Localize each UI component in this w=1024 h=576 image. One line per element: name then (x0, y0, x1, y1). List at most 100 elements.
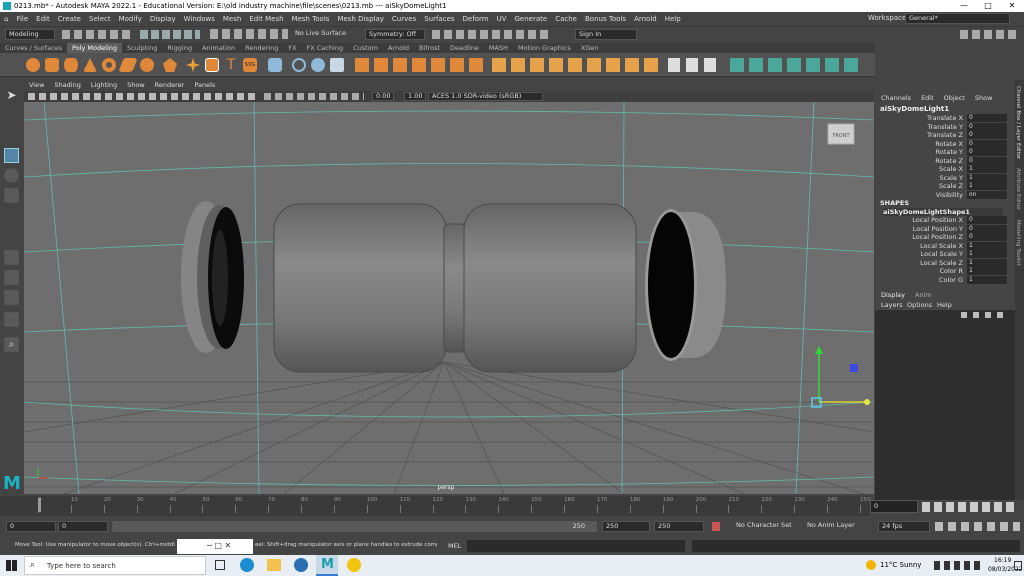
shape-attr-value-field[interactable]: 1 (967, 275, 1007, 284)
move-tool-icon[interactable] (4, 148, 19, 163)
outliner-layout-icon[interactable] (4, 312, 19, 327)
attr-value-field[interactable]: 0 (967, 114, 1007, 122)
menu-windows[interactable]: Windows (180, 15, 219, 23)
menu-mesh[interactable]: Mesh (219, 15, 245, 23)
attr-value-field[interactable]: 0 (967, 131, 1007, 139)
menu-arnold[interactable]: Arnold (630, 15, 661, 23)
attr-value-field[interactable]: 0 (967, 148, 1007, 156)
live-surface-field[interactable]: No Live Surface (292, 29, 352, 40)
layer-menu-options[interactable]: Options (907, 301, 932, 309)
shelf-tab-mash[interactable]: MASH (484, 43, 513, 53)
task-view-icon[interactable] (215, 560, 225, 570)
shape-attr-value-field[interactable]: 0 (967, 216, 1007, 224)
shape-attr-value-field[interactable]: 1 (967, 267, 1007, 275)
attr-value-field[interactable]: on (967, 190, 1007, 199)
panel-menu-view[interactable]: View (24, 80, 49, 91)
edge-icon[interactable] (240, 558, 254, 572)
menu-curves[interactable]: Curves (388, 15, 420, 23)
menu-edit-mesh[interactable]: Edit Mesh (245, 15, 287, 23)
panel-menu-show[interactable]: Show (122, 80, 150, 91)
menu-uv[interactable]: UV (493, 15, 511, 23)
attr-value-field[interactable]: 1 (967, 182, 1007, 190)
range-end-field[interactable]: 250 (602, 521, 650, 532)
shape-attr-value-field[interactable]: 1 (967, 241, 1007, 250)
menu-generate[interactable]: Generate (511, 15, 552, 23)
taskbar-clock[interactable]: 16:19 (994, 557, 1011, 564)
floating-window-stub[interactable]: ─ □ ✕ (177, 539, 253, 554)
shelf-tab-fx[interactable]: FX (283, 43, 301, 53)
menu-cache[interactable]: Cache (551, 15, 581, 23)
separate-icon[interactable] (292, 58, 306, 72)
menu-bonus-tools[interactable]: Bonus Tools (581, 15, 630, 23)
shelf-tab-motion-graphics[interactable]: Motion Graphics (513, 43, 576, 53)
layer-tab-display[interactable]: Display (881, 291, 905, 299)
attr-value-field[interactable]: 1 (967, 165, 1007, 173)
mesh-edit-icons[interactable] (355, 58, 485, 72)
home-icon[interactable]: ⌂ (0, 15, 12, 23)
cb-menu-channels[interactable]: Channels (881, 94, 911, 102)
fps-dropdown[interactable]: 24 fps (878, 521, 930, 532)
workspace-dropdown[interactable]: General* (905, 13, 1010, 24)
shelf-tab-curves-surfaces[interactable]: Curves / Surfaces (0, 43, 67, 53)
teams-icon[interactable] (294, 558, 308, 572)
poly-cone-icon[interactable] (83, 58, 97, 72)
shape-attr-value-field[interactable]: 0 (967, 233, 1007, 241)
menu-edit[interactable]: Edit (32, 15, 54, 23)
shelf-tab-sculpting[interactable]: Sculpting (122, 43, 162, 53)
layer-tab-anim[interactable]: Anim (915, 291, 932, 299)
playback-option-icons[interactable] (935, 522, 1020, 531)
paint-select-icon[interactable] (4, 127, 19, 142)
layer-menu-help[interactable]: Help (937, 301, 952, 309)
character-set-dropdown[interactable]: No Character Set (733, 521, 803, 532)
shelf-tab-fx-caching[interactable]: FX Caching (302, 43, 349, 53)
panel-menu-shading[interactable]: Shading (49, 80, 85, 91)
norton-icon[interactable] (347, 558, 361, 572)
shape-attr-value-field[interactable]: 1 (967, 258, 1007, 267)
attr-value-field[interactable]: 0 (967, 156, 1007, 165)
range-slider[interactable]: 250 (112, 521, 597, 532)
platonic-solid-icon[interactable] (163, 58, 177, 72)
shelf-tab-rendering[interactable]: Rendering (240, 43, 283, 53)
smooth-icon[interactable] (311, 58, 325, 72)
combine-icon[interactable] (268, 58, 282, 72)
windows-start-icon[interactable] (6, 560, 17, 571)
anim-layer-dropdown[interactable]: No Anim Layer (804, 521, 872, 532)
attr-value-field[interactable]: 0 (967, 139, 1007, 148)
shelf-tab-custom[interactable]: Custom (348, 43, 383, 53)
poly-torus-icon[interactable] (102, 58, 116, 72)
panel-menu-panels[interactable]: Panels (189, 80, 220, 91)
colorspace-dropdown[interactable]: ACES 1.0 SDR-video (sRGB) (428, 92, 543, 101)
scene-canvas[interactable]: FRONT persp (24, 102, 874, 494)
reduce-icon[interactable] (330, 58, 344, 72)
file-icons[interactable] (62, 30, 132, 39)
cb-menu-edit[interactable]: Edit (921, 94, 934, 102)
scene-start-field[interactable]: 0 (6, 521, 56, 532)
shelf-tab-poly-modeling[interactable]: Poly Modeling (67, 43, 122, 53)
svg-tool-icon[interactable]: SVG (243, 58, 257, 72)
display-toggle-icons[interactable] (264, 93, 364, 100)
file-explorer-icon[interactable] (267, 559, 281, 571)
close-button[interactable]: ✕ (1000, 0, 1024, 12)
side-tab-channel-box[interactable]: Channel Box / Layer Editor (1015, 86, 1021, 159)
time-slider[interactable]: 0102030405060708090100110120130140150160… (0, 496, 871, 516)
menuset-dropdown[interactable]: Modeling (5, 29, 55, 40)
notification-icon[interactable] (1014, 561, 1022, 570)
uv-tool-icons[interactable] (668, 58, 720, 72)
menu-mesh-display[interactable]: Mesh Display (333, 15, 387, 23)
shelf-tab-rigging[interactable]: Rigging (162, 43, 197, 53)
select-mode-icons[interactable] (140, 30, 200, 39)
side-tab-attribute-editor[interactable]: Attribute Editor (1015, 168, 1021, 210)
type-tool-icon[interactable]: T (224, 58, 238, 72)
rotate-tool-icon[interactable] (4, 168, 19, 183)
shelf-tab-xgen[interactable]: XGen (576, 43, 604, 53)
sign-in-button[interactable]: Sign In (575, 29, 637, 40)
symmetry-dropdown[interactable]: Symmetry: Off (365, 29, 425, 40)
mel-input[interactable] (467, 540, 685, 552)
attr-value-field[interactable]: 0 (967, 122, 1007, 131)
near-clip-field[interactable]: 0.00 (372, 92, 394, 101)
menu-modify[interactable]: Modify (115, 15, 146, 23)
super-shape-icon[interactable] (186, 58, 200, 72)
shape-attr-value-field[interactable]: 0 (967, 224, 1007, 233)
menu-surfaces[interactable]: Surfaces (420, 15, 458, 23)
camera-tool-icons[interactable] (28, 93, 258, 100)
